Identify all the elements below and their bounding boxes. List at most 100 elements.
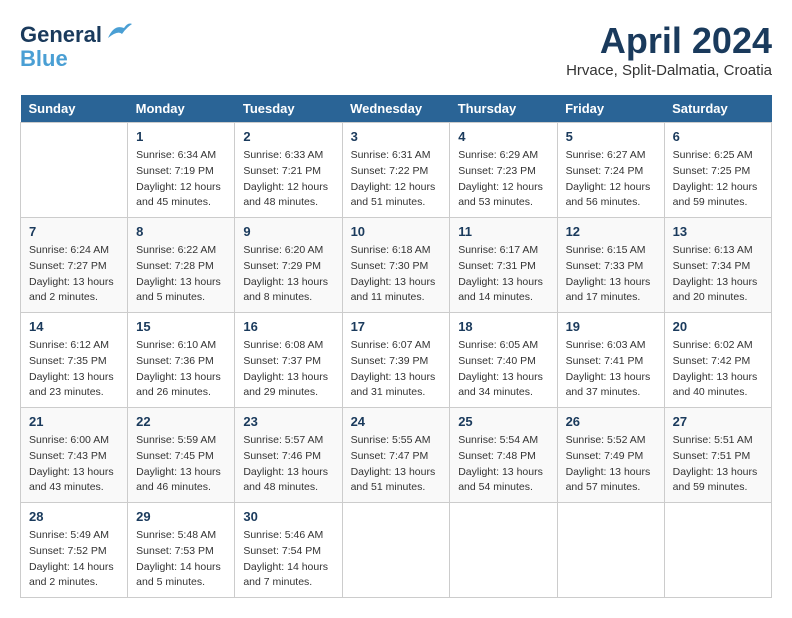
day-info: Sunrise: 6:29 AMSunset: 7:23 PMDaylight:… <box>458 148 548 211</box>
location-subtitle: Hrvace, Split-Dalmatia, Croatia <box>566 62 772 79</box>
day-number: 20 <box>673 319 763 334</box>
logo: General Blue <box>20 20 134 71</box>
day-info: Sunrise: 6:05 AMSunset: 7:40 PMDaylight:… <box>458 338 548 401</box>
day-number: 13 <box>673 224 763 239</box>
day-number: 28 <box>29 509 119 524</box>
day-info: Sunrise: 6:20 AMSunset: 7:29 PMDaylight:… <box>243 243 333 306</box>
table-row: 26 Sunrise: 5:52 AMSunset: 7:49 PMDaylig… <box>557 408 664 503</box>
table-row: 23 Sunrise: 5:57 AMSunset: 7:46 PMDaylig… <box>235 408 342 503</box>
table-row <box>557 503 664 598</box>
table-row: 19 Sunrise: 6:03 AMSunset: 7:41 PMDaylig… <box>557 313 664 408</box>
day-info: Sunrise: 5:57 AMSunset: 7:46 PMDaylight:… <box>243 433 333 496</box>
table-row: 2 Sunrise: 6:33 AMSunset: 7:21 PMDayligh… <box>235 123 342 218</box>
day-number: 22 <box>136 414 226 429</box>
day-number: 8 <box>136 224 226 239</box>
col-monday: Monday <box>128 95 235 123</box>
day-info: Sunrise: 6:08 AMSunset: 7:37 PMDaylight:… <box>243 338 333 401</box>
table-row: 25 Sunrise: 5:54 AMSunset: 7:48 PMDaylig… <box>450 408 557 503</box>
day-info: Sunrise: 6:22 AMSunset: 7:28 PMDaylight:… <box>136 243 226 306</box>
day-info: Sunrise: 6:13 AMSunset: 7:34 PMDaylight:… <box>673 243 763 306</box>
table-row <box>664 503 771 598</box>
table-row <box>450 503 557 598</box>
day-info: Sunrise: 6:18 AMSunset: 7:30 PMDaylight:… <box>351 243 442 306</box>
col-friday: Friday <box>557 95 664 123</box>
table-row: 14 Sunrise: 6:12 AMSunset: 7:35 PMDaylig… <box>21 313 128 408</box>
day-number: 2 <box>243 129 333 144</box>
day-number: 11 <box>458 224 548 239</box>
calendar-week-row: 14 Sunrise: 6:12 AMSunset: 7:35 PMDaylig… <box>21 313 772 408</box>
day-info: Sunrise: 5:49 AMSunset: 7:52 PMDaylight:… <box>29 528 119 591</box>
table-row: 6 Sunrise: 6:25 AMSunset: 7:25 PMDayligh… <box>664 123 771 218</box>
table-row: 29 Sunrise: 5:48 AMSunset: 7:53 PMDaylig… <box>128 503 235 598</box>
day-number: 19 <box>566 319 656 334</box>
page-header: General Blue April 2024 Hrvace, Split-Da… <box>20 20 772 79</box>
day-info: Sunrise: 5:54 AMSunset: 7:48 PMDaylight:… <box>458 433 548 496</box>
day-number: 25 <box>458 414 548 429</box>
col-sunday: Sunday <box>21 95 128 123</box>
table-row: 11 Sunrise: 6:17 AMSunset: 7:31 PMDaylig… <box>450 218 557 313</box>
day-info: Sunrise: 5:48 AMSunset: 7:53 PMDaylight:… <box>136 528 226 591</box>
day-number: 14 <box>29 319 119 334</box>
day-number: 4 <box>458 129 548 144</box>
table-row: 20 Sunrise: 6:02 AMSunset: 7:42 PMDaylig… <box>664 313 771 408</box>
table-row: 8 Sunrise: 6:22 AMSunset: 7:28 PMDayligh… <box>128 218 235 313</box>
day-info: Sunrise: 5:46 AMSunset: 7:54 PMDaylight:… <box>243 528 333 591</box>
day-number: 29 <box>136 509 226 524</box>
table-row: 18 Sunrise: 6:05 AMSunset: 7:40 PMDaylig… <box>450 313 557 408</box>
day-info: Sunrise: 6:31 AMSunset: 7:22 PMDaylight:… <box>351 148 442 211</box>
day-number: 10 <box>351 224 442 239</box>
day-number: 21 <box>29 414 119 429</box>
table-row: 3 Sunrise: 6:31 AMSunset: 7:22 PMDayligh… <box>342 123 450 218</box>
table-row: 22 Sunrise: 5:59 AMSunset: 7:45 PMDaylig… <box>128 408 235 503</box>
col-tuesday: Tuesday <box>235 95 342 123</box>
table-row: 17 Sunrise: 6:07 AMSunset: 7:39 PMDaylig… <box>342 313 450 408</box>
logo-bird-icon <box>106 20 134 42</box>
table-row: 13 Sunrise: 6:13 AMSunset: 7:34 PMDaylig… <box>664 218 771 313</box>
logo-text: General Blue <box>20 20 134 71</box>
table-row: 28 Sunrise: 5:49 AMSunset: 7:52 PMDaylig… <box>21 503 128 598</box>
day-info: Sunrise: 6:33 AMSunset: 7:21 PMDaylight:… <box>243 148 333 211</box>
calendar-week-row: 1 Sunrise: 6:34 AMSunset: 7:19 PMDayligh… <box>21 123 772 218</box>
day-number: 7 <box>29 224 119 239</box>
day-info: Sunrise: 6:07 AMSunset: 7:39 PMDaylight:… <box>351 338 442 401</box>
day-info: Sunrise: 6:02 AMSunset: 7:42 PMDaylight:… <box>673 338 763 401</box>
table-row: 30 Sunrise: 5:46 AMSunset: 7:54 PMDaylig… <box>235 503 342 598</box>
day-info: Sunrise: 5:52 AMSunset: 7:49 PMDaylight:… <box>566 433 656 496</box>
calendar-header-row: Sunday Monday Tuesday Wednesday Thursday… <box>21 95 772 123</box>
day-info: Sunrise: 5:59 AMSunset: 7:45 PMDaylight:… <box>136 433 226 496</box>
day-info: Sunrise: 6:15 AMSunset: 7:33 PMDaylight:… <box>566 243 656 306</box>
table-row <box>21 123 128 218</box>
table-row: 5 Sunrise: 6:27 AMSunset: 7:24 PMDayligh… <box>557 123 664 218</box>
day-number: 12 <box>566 224 656 239</box>
table-row: 24 Sunrise: 5:55 AMSunset: 7:47 PMDaylig… <box>342 408 450 503</box>
day-number: 15 <box>136 319 226 334</box>
day-number: 16 <box>243 319 333 334</box>
table-row: 16 Sunrise: 6:08 AMSunset: 7:37 PMDaylig… <box>235 313 342 408</box>
col-thursday: Thursday <box>450 95 557 123</box>
table-row <box>342 503 450 598</box>
col-wednesday: Wednesday <box>342 95 450 123</box>
day-number: 24 <box>351 414 442 429</box>
day-number: 5 <box>566 129 656 144</box>
day-info: Sunrise: 6:34 AMSunset: 7:19 PMDaylight:… <box>136 148 226 211</box>
table-row: 27 Sunrise: 5:51 AMSunset: 7:51 PMDaylig… <box>664 408 771 503</box>
month-title: April 2024 <box>566 20 772 62</box>
table-row: 9 Sunrise: 6:20 AMSunset: 7:29 PMDayligh… <box>235 218 342 313</box>
table-row: 21 Sunrise: 6:00 AMSunset: 7:43 PMDaylig… <box>21 408 128 503</box>
table-row: 4 Sunrise: 6:29 AMSunset: 7:23 PMDayligh… <box>450 123 557 218</box>
day-info: Sunrise: 6:17 AMSunset: 7:31 PMDaylight:… <box>458 243 548 306</box>
day-number: 30 <box>243 509 333 524</box>
col-saturday: Saturday <box>664 95 771 123</box>
day-number: 26 <box>566 414 656 429</box>
day-number: 23 <box>243 414 333 429</box>
table-row: 12 Sunrise: 6:15 AMSunset: 7:33 PMDaylig… <box>557 218 664 313</box>
calendar-week-row: 28 Sunrise: 5:49 AMSunset: 7:52 PMDaylig… <box>21 503 772 598</box>
day-number: 18 <box>458 319 548 334</box>
day-number: 9 <box>243 224 333 239</box>
table-row: 15 Sunrise: 6:10 AMSunset: 7:36 PMDaylig… <box>128 313 235 408</box>
day-info: Sunrise: 5:51 AMSunset: 7:51 PMDaylight:… <box>673 433 763 496</box>
title-block: April 2024 Hrvace, Split-Dalmatia, Croat… <box>566 20 772 79</box>
logo-blue: Blue <box>20 46 68 71</box>
day-info: Sunrise: 6:25 AMSunset: 7:25 PMDaylight:… <box>673 148 763 211</box>
table-row: 10 Sunrise: 6:18 AMSunset: 7:30 PMDaylig… <box>342 218 450 313</box>
